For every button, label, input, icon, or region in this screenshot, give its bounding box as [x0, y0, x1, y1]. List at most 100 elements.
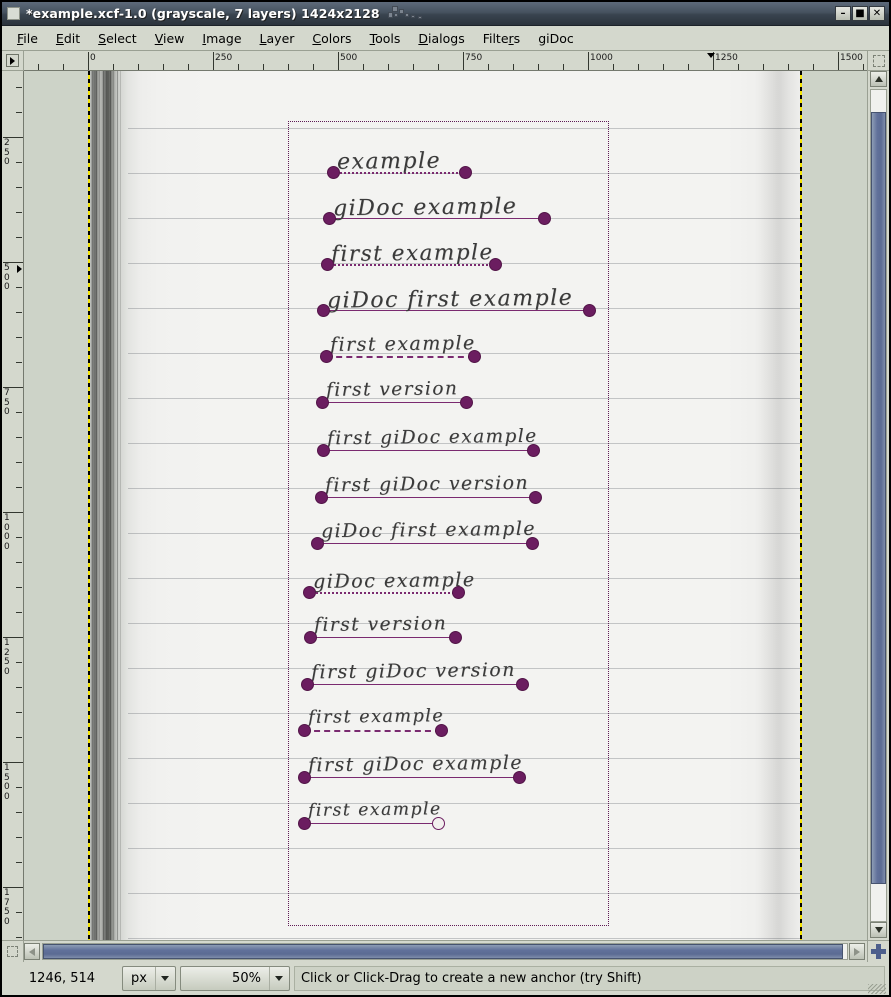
ruler-label-v: 1750 — [4, 888, 10, 927]
ruler-label-h: 1500 — [840, 53, 863, 63]
horizontal-scrollbar[interactable] — [24, 940, 867, 962]
ruler-tick-minor — [16, 912, 22, 913]
ruler-tick-minor — [263, 64, 264, 70]
ruler-tick-minor — [288, 64, 289, 70]
page-edge-shadow — [755, 71, 801, 940]
ruler-tick-minor — [63, 64, 64, 70]
menu-file[interactable]: File — [8, 28, 47, 49]
zoom-image-when-window-resized-button[interactable] — [867, 51, 889, 71]
triangle-up-icon — [874, 76, 883, 82]
scanned-page-image — [88, 71, 801, 940]
ruler-tick-minor — [16, 187, 22, 188]
ruler-tick-minor — [16, 712, 22, 713]
page-binding-shadow — [88, 71, 124, 940]
zoom-fit-icon — [872, 54, 885, 67]
menu-colors[interactable]: Colors — [303, 28, 360, 49]
menu-arrow-icon — [6, 54, 19, 67]
ruler-tick-minor — [788, 64, 789, 70]
ruler-tick-minor — [16, 537, 22, 538]
ruler-tick-minor — [313, 64, 314, 70]
window-controls: – ■ ✕ — [835, 6, 885, 21]
ruler-tick-minor — [663, 64, 664, 70]
paper-rule-lines — [128, 71, 801, 940]
ruler-tick-minor — [188, 64, 189, 70]
menu-tools[interactable]: Tools — [361, 28, 410, 49]
canvas-viewport[interactable]: example giDoc example first example giDoc f… — [24, 71, 867, 940]
ruler-tick-minor — [438, 64, 439, 70]
ruler-tick-minor — [16, 212, 22, 213]
menu-dialogs[interactable]: Dialogs — [409, 28, 473, 49]
chevron-down-icon[interactable] — [154, 967, 175, 990]
ruler-tick-minor — [638, 64, 639, 70]
ruler-tick-minor — [16, 312, 22, 313]
status-bar: 1246, 514 px 50% Click or Click-Drag to … — [2, 962, 889, 995]
menu-gidoc[interactable]: giDoc — [529, 28, 583, 49]
ruler-label-h: 1250 — [715, 53, 738, 63]
ruler-label-v: 500 — [4, 263, 10, 292]
canvas-boundary-right — [800, 71, 802, 940]
close-button[interactable]: ✕ — [869, 6, 885, 21]
ruler-label-v: 1250 — [4, 638, 10, 677]
ruler-tick-minor — [138, 64, 139, 70]
unit-combo[interactable]: px — [122, 966, 176, 991]
horizontal-scroll-thumb[interactable] — [43, 944, 843, 959]
ruler-tick-minor — [488, 64, 489, 70]
menu-filters[interactable]: Filters — [474, 28, 529, 49]
ruler-tick-minor — [16, 487, 22, 488]
ruler-tick-major — [838, 52, 839, 70]
menu-layer[interactable]: Layer — [251, 28, 304, 49]
horizontal-ruler[interactable]: 0 250 500 750 1000 1250 1500 — [24, 51, 867, 71]
ruler-tick-minor — [16, 662, 22, 663]
scroll-down-button[interactable] — [870, 922, 887, 938]
zoom-combo[interactable]: 50% — [179, 966, 290, 991]
ruler-tick-minor — [16, 812, 22, 813]
ruler-tick-minor — [388, 64, 389, 70]
ruler-label-h: 0 — [90, 53, 96, 63]
minimize-button[interactable]: – — [835, 6, 851, 21]
ruler-tick-minor — [763, 64, 764, 70]
menu-select[interactable]: Select — [89, 28, 146, 49]
ruler-label-v: 1000 — [4, 513, 10, 552]
pointer-position-label: 1246, 514 — [28, 971, 96, 986]
navigation-preview-button[interactable] — [867, 940, 889, 962]
ruler-tick-minor — [16, 112, 22, 113]
triangle-right-icon — [854, 947, 860, 956]
window-title: *example.xcf-1.0 (grayscale, 7 layers) 1… — [26, 6, 380, 21]
maximize-button[interactable]: ■ — [852, 6, 868, 21]
vertical-scrollbar[interactable] — [867, 71, 889, 940]
vertical-scroll-thumb[interactable] — [871, 112, 886, 884]
ruler-tick-minor — [16, 562, 22, 563]
window-menu-icon[interactable] — [7, 7, 20, 20]
ruler-tick-minor — [363, 64, 364, 70]
ruler-label-h: 250 — [215, 53, 233, 63]
ruler-tick-minor — [38, 64, 39, 70]
canvas-boundary-left — [88, 71, 90, 940]
ruler-tick-minor — [16, 412, 22, 413]
quick-mask-icon — [7, 946, 18, 957]
resize-grip[interactable] — [868, 984, 886, 994]
triangle-left-icon — [29, 947, 35, 956]
ruler-label-h: 500 — [340, 53, 358, 63]
ruler-tick-minor — [113, 64, 114, 70]
quick-mask-toggle-button[interactable] — [2, 940, 24, 962]
ruler-tick-minor — [863, 64, 864, 70]
scroll-right-button[interactable] — [849, 943, 865, 960]
ruler-tick-minor — [238, 64, 239, 70]
menu-edit[interactable]: Edit — [47, 28, 89, 49]
scroll-up-button[interactable] — [870, 71, 887, 87]
ruler-tick-major — [588, 52, 589, 70]
unit-menu-button[interactable] — [2, 51, 24, 71]
ruler-tick-minor — [16, 837, 22, 838]
ruler-tick-minor — [16, 337, 22, 338]
ruler-tick-minor — [413, 64, 414, 70]
menu-image[interactable]: Image — [193, 28, 250, 49]
chevron-down-icon[interactable] — [268, 967, 289, 990]
ruler-tick-minor — [16, 362, 22, 363]
vertical-ruler[interactable]: 250 500 750 1000 1250 1500 1750 — [2, 71, 24, 940]
menu-view[interactable]: View — [146, 28, 194, 49]
ruler-tick-major — [463, 52, 464, 70]
gimp-image-window: *example.xcf-1.0 (grayscale, 7 layers) 1… — [0, 0, 891, 997]
scroll-left-button[interactable] — [24, 943, 40, 960]
ruler-tick-minor — [563, 64, 564, 70]
ruler-tick-major — [338, 52, 339, 70]
